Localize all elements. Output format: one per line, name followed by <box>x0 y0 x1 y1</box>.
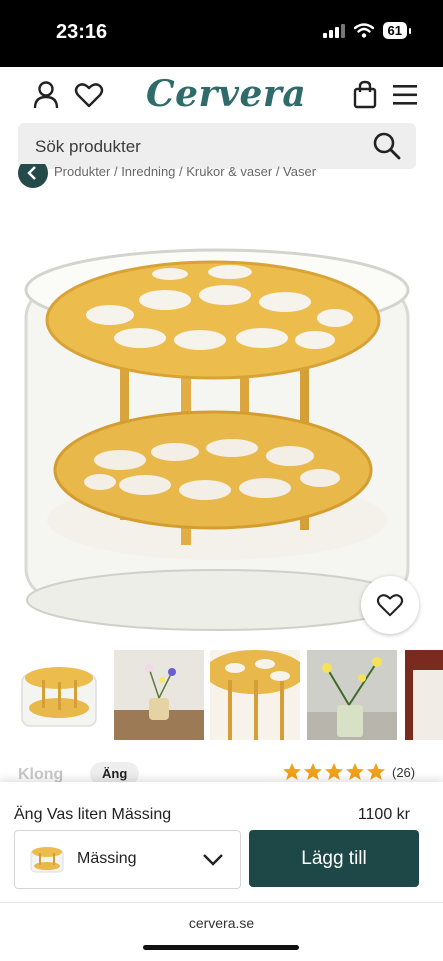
home-indicator[interactable] <box>143 945 299 950</box>
thumbnail-3[interactable] <box>210 650 300 740</box>
rating-stars[interactable] <box>282 762 386 782</box>
variant-select[interactable]: Mässing <box>14 830 241 889</box>
product-name: Äng Vas liten Mässing <box>14 806 172 823</box>
heart-icon[interactable] <box>73 79 105 111</box>
browser-bar: cervera.se <box>0 902 443 961</box>
thumbnail-4[interactable] <box>307 650 397 740</box>
wifi-icon <box>353 23 374 38</box>
user-icon[interactable] <box>30 79 62 111</box>
clock: 23:16 <box>56 21 108 43</box>
product-image[interactable] <box>0 190 443 640</box>
product-price: 1100 kr <box>357 806 410 823</box>
search-bar[interactable]: Sök produkter <box>18 123 416 169</box>
address-bar[interactable]: cervera.se <box>0 915 443 931</box>
breadcrumb: Produkter / Inredning / Krukor & vaser /… <box>18 164 438 190</box>
chevron-down-icon <box>203 854 223 866</box>
add-to-cart-button[interactable]: Lägg till <box>249 830 419 887</box>
variant-value: Mässing <box>77 850 137 867</box>
heart-icon <box>376 594 404 617</box>
signal-icon <box>322 23 345 38</box>
thumbnail-strip <box>14 650 443 742</box>
breadcrumb-path[interactable]: Produkter / Inredning / Krukor & vaser /… <box>54 164 316 179</box>
review-count[interactable]: (26) <box>392 765 415 780</box>
menu-icon[interactable] <box>389 79 421 111</box>
chevron-left-icon <box>27 166 36 180</box>
status-bar: 23:16 61 <box>0 0 443 67</box>
bag-icon[interactable] <box>349 79 381 111</box>
battery-indicator: 61 <box>382 22 412 39</box>
thumbnail-1[interactable] <box>14 650 104 740</box>
variant-thumbnail <box>30 847 64 873</box>
favorite-button[interactable] <box>361 576 419 634</box>
search-input[interactable]: Sök produkter <box>35 137 141 157</box>
status-icons: 61 <box>322 22 412 39</box>
site-header: Cervera <box>0 67 443 122</box>
search-icon[interactable] <box>372 131 402 161</box>
back-button[interactable] <box>18 164 48 188</box>
site-logo[interactable]: Cervera <box>146 73 306 115</box>
thumbnail-5[interactable] <box>405 650 443 740</box>
purchase-panel: Äng Vas liten Mässing 1100 kr Mässing Lä… <box>0 782 443 902</box>
thumbnail-2[interactable] <box>114 650 204 740</box>
